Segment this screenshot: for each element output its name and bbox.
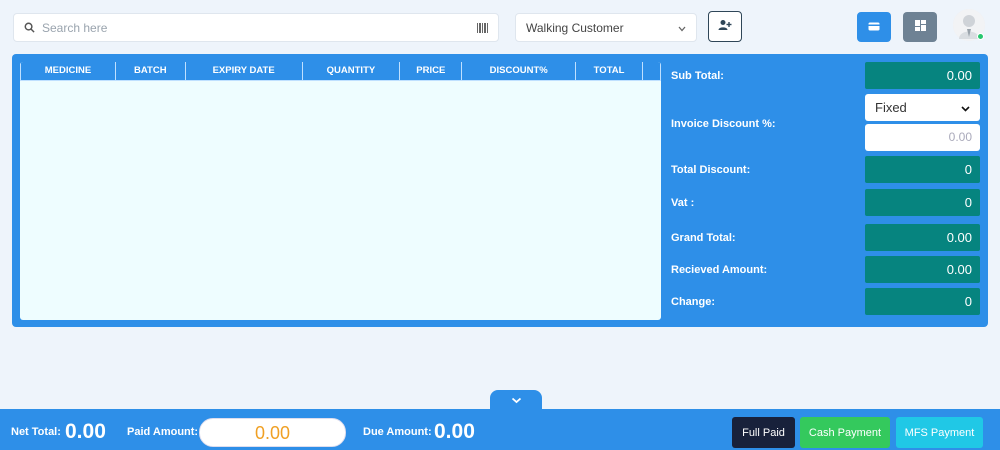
total-discount-label: Total Discount: [671, 163, 751, 176]
net-total-label: Net Total: [11, 426, 61, 438]
col-price: PRICE [399, 62, 463, 81]
grand-total-value: 0.00 [865, 224, 980, 251]
sale-panel: MEDICINE BATCH EXPIRY DATE QUANTITY PRIC… [12, 54, 988, 327]
col-total: TOTAL [575, 62, 644, 81]
vat-label: Vat : [671, 196, 695, 209]
invoice-discount-label: Invoice Discount %: [671, 117, 776, 130]
customer-select[interactable]: Walking Customer [515, 13, 697, 42]
customer-select-value: Walking Customer [526, 20, 624, 35]
full-paid-button[interactable]: Full Paid [732, 417, 795, 448]
card-icon [868, 18, 880, 36]
col-quantity: QUANTITY [301, 62, 401, 81]
invoice-discount-input[interactable]: 0.00 [865, 124, 980, 151]
search-bar[interactable] [13, 13, 499, 42]
card-view-button[interactable] [857, 12, 891, 42]
avatar[interactable] [953, 9, 985, 41]
search-icon [22, 21, 36, 35]
paid-amount-input[interactable]: 0.00 [199, 418, 346, 447]
table-header-row: MEDICINE BATCH EXPIRY DATE QUANTITY PRIC… [20, 62, 661, 81]
total-discount-value: 0 [865, 156, 980, 183]
due-amount-label: Due Amount: [363, 426, 432, 438]
sub-total-row: Sub Total: 0.00 [671, 62, 981, 89]
change-label: Change: [671, 295, 715, 308]
total-discount-row: Total Discount: 0 [671, 156, 981, 183]
change-value: 0 [865, 288, 980, 315]
col-discount: DISCOUNT% [461, 62, 577, 81]
grand-total-label: Grand Total: [671, 231, 736, 244]
sub-total-label: Sub Total: [671, 69, 724, 82]
grid-icon [914, 18, 926, 36]
online-status-dot [977, 33, 984, 40]
barcode-icon[interactable] [476, 21, 490, 35]
received-amount-label: Recieved Amount: [671, 263, 768, 276]
received-amount-row: Recieved Amount: 0.00 [671, 256, 981, 283]
chevron-down-icon [511, 391, 522, 409]
payment-footer: Net Total: 0.00 Paid Amount: 0.00 Due Am… [0, 409, 1000, 450]
mfs-payment-button[interactable]: MFS Payment [896, 417, 983, 448]
paid-amount-label: Paid Amount: [127, 426, 199, 438]
change-row: Change: 0 [671, 288, 981, 315]
grid-view-button[interactable] [903, 12, 937, 42]
chevron-down-icon [678, 21, 686, 35]
received-amount-value: 0.00 [865, 256, 980, 283]
vat-row: Vat : 0 [671, 189, 981, 216]
medicine-table: MEDICINE BATCH EXPIRY DATE QUANTITY PRIC… [20, 62, 661, 320]
cash-payment-button[interactable]: Cash Payment [800, 417, 890, 448]
net-total-value: 0.00 [65, 420, 106, 443]
col-expiry-date: EXPIRY DATE [184, 62, 303, 81]
sub-total-value: 0.00 [865, 62, 980, 89]
user-plus-icon [718, 18, 732, 36]
due-amount-value: 0.00 [434, 420, 475, 443]
vat-value: 0 [865, 189, 980, 216]
col-medicine: MEDICINE [20, 62, 116, 81]
search-input[interactable] [42, 20, 476, 35]
grand-total-row: Grand Total: 0.00 [671, 224, 981, 251]
col-action [642, 62, 661, 81]
footer-toggle-button[interactable] [490, 390, 542, 410]
add-customer-button[interactable] [708, 11, 742, 42]
col-batch: BATCH [114, 62, 186, 81]
